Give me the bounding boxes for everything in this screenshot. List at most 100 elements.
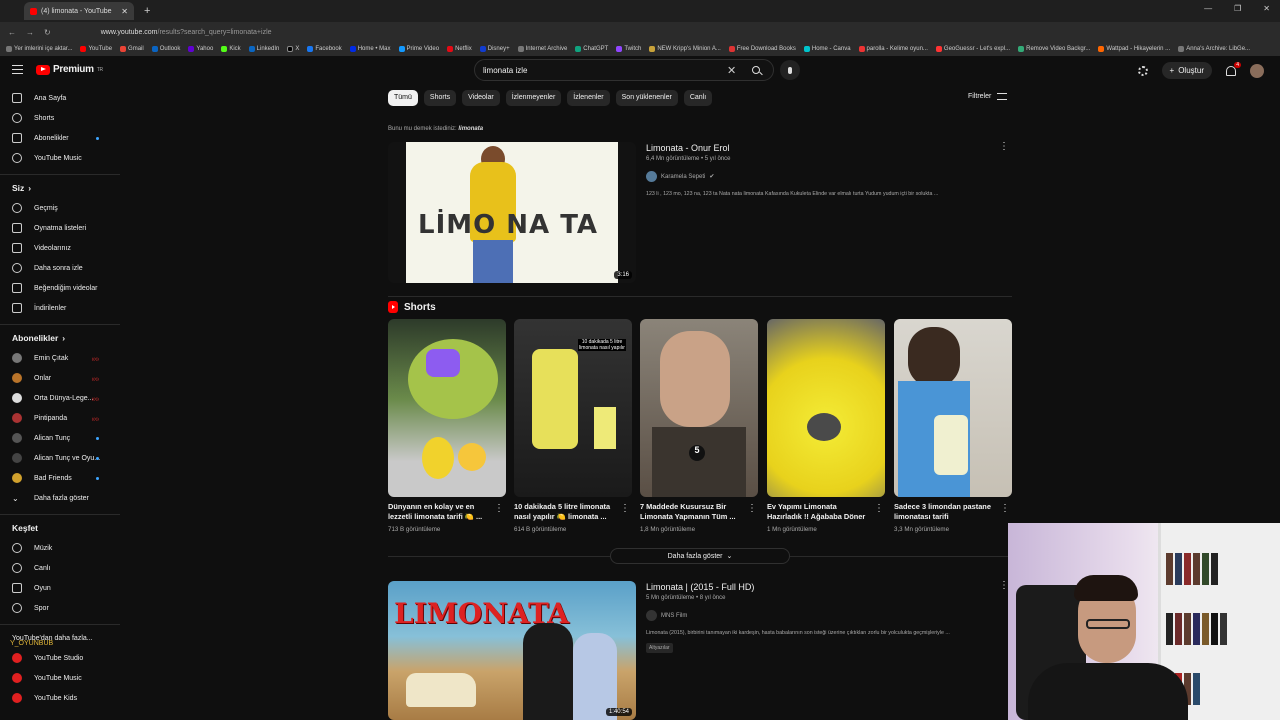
sidebar-item-channel[interactable]: Alican Tunç ve Oyu...: [0, 448, 120, 468]
sidebar-item-music[interactable]: Müzik: [0, 538, 120, 558]
sidebar-heading-subscriptions[interactable]: Abonelikler ›: [0, 328, 120, 348]
bookmark[interactable]: Facebook: [307, 46, 342, 52]
sidebar-item-youtube-music-app[interactable]: YouTube Music: [0, 668, 120, 688]
more-options-icon[interactable]: ⋮: [747, 503, 757, 514]
bookmark[interactable]: Home - Canva: [803, 46, 851, 52]
chip-shorts[interactable]: Shorts: [423, 90, 457, 106]
search-button[interactable]: [745, 60, 767, 80]
short-title[interactable]: 7 Maddede Kusursuz Bir Limonata Yapmanın…: [640, 502, 744, 522]
sidebar-item-channel[interactable]: Pintipanda ((•)): [0, 408, 120, 428]
bookmark[interactable]: YouTube: [80, 46, 112, 52]
show-more-shorts-button[interactable]: Daha fazla göster ⌄: [610, 548, 790, 564]
short-thumbnail[interactable]: [894, 319, 1012, 497]
did-you-mean-link[interactable]: limonata: [458, 126, 483, 132]
chip-recently-uploaded[interactable]: Son yüklenenler: [615, 90, 678, 106]
sidebar-item-channel[interactable]: Alican Tunç: [0, 428, 120, 448]
bookmark[interactable]: GeoGuessr - Let's expl...: [935, 46, 1010, 52]
avatar[interactable]: [1250, 63, 1264, 78]
bookmark[interactable]: Outlook: [151, 46, 180, 52]
more-options-icon[interactable]: ⋮: [620, 503, 630, 514]
maximize-icon[interactable]: ❐: [1234, 4, 1241, 13]
sidebar-item-channel[interactable]: Onlar ((•)): [0, 368, 120, 388]
bookmark[interactable]: Kick: [221, 46, 241, 52]
create-button[interactable]: + Oluştur: [1161, 62, 1212, 79]
bookmark[interactable]: Remove Video Backgr...: [1018, 46, 1090, 52]
reload-icon[interactable]: ↻: [44, 28, 51, 37]
sidebar-item-youtube-kids[interactable]: YouTube Kids: [0, 688, 120, 708]
bookmark[interactable]: Disney+: [479, 46, 510, 52]
bookmark[interactable]: NEW Kripp's Minion A...: [649, 46, 721, 52]
sidebar-item-shorts[interactable]: Shorts: [0, 108, 120, 128]
chip-unwatched[interactable]: İzlenmeyenler: [505, 90, 562, 106]
back-icon[interactable]: ←: [8, 28, 16, 37]
bookmark[interactable]: Yer imlerini içe aktar...: [6, 46, 72, 52]
sidebar-item-downloads[interactable]: İndirilenler: [0, 298, 120, 318]
forward-icon[interactable]: →: [26, 28, 34, 37]
bookmark[interactable]: Home • Max: [349, 46, 391, 52]
video-thumbnail[interactable]: LIMONATA 1:40:54: [388, 581, 636, 720]
tab-close-icon[interactable]: ✕: [121, 7, 128, 16]
chip-watched[interactable]: İzlenenler: [567, 90, 610, 106]
bookmark[interactable]: Gmail: [120, 46, 144, 52]
short-title[interactable]: 10 dakikada 5 litre limonata nasıl yapıl…: [514, 502, 618, 522]
short-thumbnail[interactable]: [767, 319, 885, 497]
show-more-button[interactable]: ⌄ Daha fazla göster: [0, 488, 120, 508]
short-thumbnail[interactable]: [388, 319, 506, 497]
clear-search-icon[interactable]: ✕: [727, 64, 736, 77]
more-options-icon[interactable]: ⋮: [874, 503, 884, 514]
video-title[interactable]: Limonata - Onur Erol: [646, 143, 996, 153]
chip-all[interactable]: Tümü: [388, 90, 418, 106]
minimize-icon[interactable]: —: [1204, 4, 1212, 13]
menu-icon[interactable]: [12, 65, 23, 74]
more-options-icon[interactable]: ⋮: [1000, 503, 1010, 514]
short-thumbnail[interactable]: 10 dakikada 5 litre limonata nasıl yapıl…: [514, 319, 632, 497]
bookmark[interactable]: Free Download Books: [728, 46, 796, 52]
short-title[interactable]: Sadece 3 limondan pastane limonatası tar…: [894, 502, 998, 522]
address-bar[interactable]: www.youtube.com/results?search_query=lim…: [101, 29, 272, 36]
sidebar-item-subscriptions[interactable]: Abonelikler: [0, 128, 120, 148]
channel-link[interactable]: MNS Film: [646, 610, 996, 621]
sidebar-item-channel[interactable]: Bad Friends: [0, 468, 120, 488]
settings-icon[interactable]: [1137, 65, 1148, 76]
sidebar-item-watch-later[interactable]: Daha sonra izle: [0, 258, 120, 278]
video-title[interactable]: Limonata | (2015 - Full HD): [646, 582, 996, 592]
bookmark[interactable]: X: [287, 46, 299, 52]
chip-videos[interactable]: Videolar: [462, 90, 500, 106]
close-window-icon[interactable]: ✕: [1263, 4, 1270, 13]
browser-tab[interactable]: (4) limonata - YouTube ✕: [24, 2, 134, 20]
bookmark[interactable]: Anna's Archive: LibGe...: [1178, 46, 1250, 52]
short-title[interactable]: Dünyanın en kolay ve en lezzetli limonat…: [388, 502, 492, 522]
sidebar-item-home[interactable]: Ana Sayfa: [0, 88, 120, 108]
more-options-icon[interactable]: ⋮: [494, 503, 504, 514]
short-title[interactable]: Ev Yapımı Limonata Hazırladık !! Ağababa…: [767, 502, 871, 522]
sidebar-item-playlists[interactable]: Oynatma listeleri: [0, 218, 120, 238]
bookmark[interactable]: Internet Archive: [517, 46, 567, 52]
sidebar-item-your-videos[interactable]: Videolarınız: [0, 238, 120, 258]
new-tab-icon[interactable]: +: [144, 5, 150, 17]
channel-link[interactable]: Karamela Sepeti ✔: [646, 171, 996, 182]
bookmark[interactable]: LinkedIn: [248, 46, 279, 52]
bookmark[interactable]: ChatGPT: [575, 46, 608, 52]
sidebar-item-youtube-music[interactable]: YouTube Music: [0, 148, 120, 168]
bookmark[interactable]: Netflix: [447, 46, 472, 52]
voice-search-button[interactable]: [780, 60, 800, 80]
sidebar-item-sports[interactable]: Spor: [0, 598, 120, 618]
bookmark[interactable]: Yahoo: [188, 46, 213, 52]
chip-live[interactable]: Canlı: [683, 90, 713, 106]
bookmark[interactable]: Twitch: [616, 46, 641, 52]
bookmark[interactable]: Prime Video: [398, 46, 439, 52]
sidebar-item-live[interactable]: Canlı: [0, 558, 120, 578]
sidebar-item-liked-videos[interactable]: Beğendiğim videolar: [0, 278, 120, 298]
bookmark[interactable]: Wattpad - Hikayelerin ...: [1098, 46, 1170, 52]
sidebar-item-channel[interactable]: Emin Çıtak ((•)): [0, 348, 120, 368]
sidebar-item-gaming[interactable]: Oyun: [0, 578, 120, 598]
youtube-logo[interactable]: Premium TR: [36, 64, 103, 75]
sidebar-item-youtube-studio[interactable]: YouTube Studio: [0, 648, 120, 668]
more-options-icon[interactable]: ⋮: [999, 141, 1009, 152]
short-thumbnail[interactable]: 5: [640, 319, 758, 497]
bookmark[interactable]: parolla - Kelime oyun...: [858, 46, 928, 52]
video-thumbnail[interactable]: LİMO NA TA 3:16: [388, 142, 636, 283]
sidebar-item-channel[interactable]: Orta Dünya-Lege... ((•)): [0, 388, 120, 408]
sidebar-item-history[interactable]: Geçmiş: [0, 198, 120, 218]
filters-button[interactable]: Filtreler: [968, 93, 1008, 100]
